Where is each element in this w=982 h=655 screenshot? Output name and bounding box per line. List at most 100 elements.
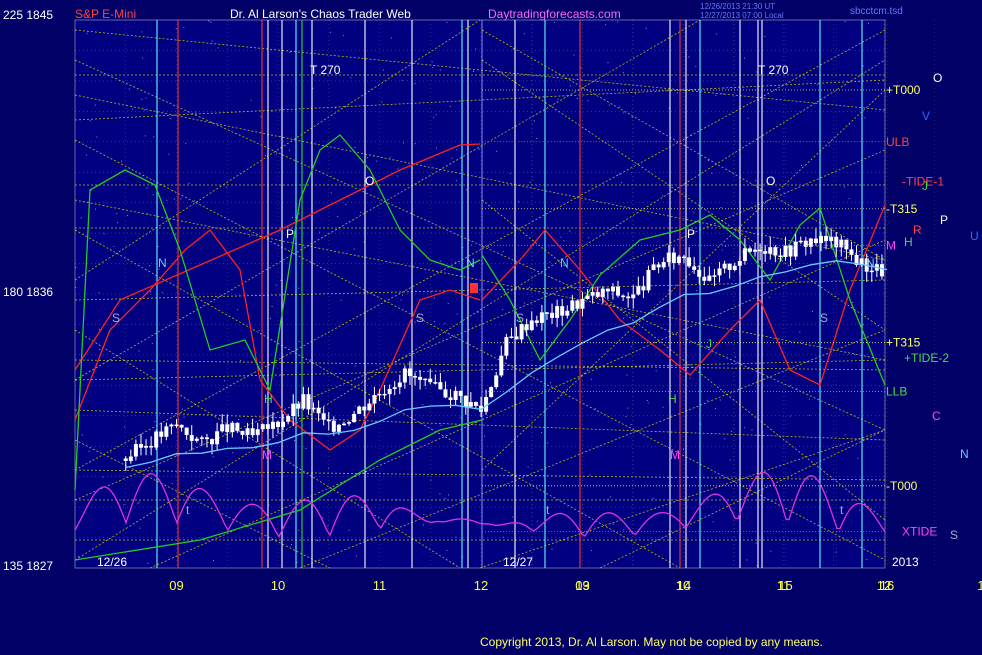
star-dot: [557, 98, 559, 100]
price-bar-body: [428, 378, 433, 383]
star-dot: [589, 474, 591, 476]
price-bar-body: [144, 445, 149, 448]
star-dot: [725, 245, 727, 247]
star-dot: [403, 142, 404, 144]
star-dot: [337, 215, 339, 217]
star-dot: [153, 136, 155, 138]
star-dot: [623, 72, 625, 74]
year-label: 2013: [892, 555, 919, 569]
star-dot: [510, 475, 512, 477]
chart-annotation: H: [264, 392, 273, 406]
star-dot: [269, 539, 271, 541]
star-dot: [430, 479, 432, 481]
star-dot: [588, 237, 590, 239]
star-dot: [746, 559, 748, 561]
price-bar-body: [418, 376, 423, 380]
star-dot: [294, 440, 295, 442]
price-bar-body: [610, 286, 615, 292]
star-dot: [366, 157, 368, 159]
timestamp-local: 12/27/2013 07:00 Local: [700, 11, 784, 20]
star-dot: [484, 435, 486, 437]
left-scale-top: 225 1845: [3, 8, 53, 22]
star-dot: [868, 22, 869, 24]
star-dot: [605, 24, 607, 26]
level-label: +T315: [886, 336, 921, 350]
star-dot: [161, 292, 163, 293]
star-dot: [354, 365, 356, 367]
star-dot: [844, 21, 846, 22]
star-dot: [707, 160, 709, 161]
star-dot: [792, 247, 794, 249]
hour-tick-label: 10: [271, 578, 285, 593]
star-dot: [116, 222, 118, 224]
star-dot: [401, 79, 403, 81]
star-dot: [650, 389, 652, 391]
star-dot: [449, 105, 451, 107]
star-dot: [843, 186, 845, 188]
price-bar-body: [504, 336, 509, 356]
price-bar-body: [189, 435, 194, 441]
star-dot: [744, 427, 746, 429]
chart-annotation: P: [286, 227, 294, 241]
star-dot: [755, 180, 757, 182]
star-dot: [210, 21, 212, 23]
chart-svg: +T000ULB-TIDE-1-T315M H+T315+TIDE-2LLB-T0…: [0, 0, 982, 650]
hour-tick-label: 12: [877, 578, 891, 593]
star-dot: [431, 226, 432, 228]
star-dot: [825, 491, 827, 493]
star-dot: [121, 160, 122, 162]
star-dot: [199, 443, 201, 445]
star-dot: [432, 67, 434, 69]
star-dot: [75, 287, 77, 288]
star-dot: [275, 284, 277, 286]
star-dot: [594, 408, 596, 410]
price-bar-body: [458, 390, 463, 396]
price-bar-body: [534, 320, 539, 323]
price-bar-body: [626, 296, 631, 299]
star-dot: [742, 251, 743, 253]
star-dot: [355, 555, 357, 557]
price-bar-body: [255, 429, 260, 436]
price-bar-body: [641, 286, 646, 291]
star-dot: [512, 48, 514, 50]
star-dot: [688, 56, 690, 58]
price-bar-body: [199, 437, 204, 439]
star-dot: [436, 147, 437, 149]
star-dot: [217, 47, 219, 49]
price-bar-body: [560, 306, 565, 316]
star-dot: [446, 22, 448, 23]
star-dot: [536, 520, 538, 522]
star-dot: [157, 246, 159, 248]
star-dot: [181, 408, 183, 410]
star-dot: [824, 241, 826, 243]
star-dot: [313, 567, 315, 569]
hour-tick-label: 10: [676, 578, 690, 593]
price-bar-body: [616, 286, 621, 296]
star-dot: [541, 432, 543, 433]
star-dot: [466, 189, 468, 191]
star-dot: [138, 350, 140, 352]
star-dot: [523, 302, 525, 304]
star-dot: [715, 407, 716, 409]
star-dot: [444, 323, 446, 325]
chart-annotation-repeat: H: [668, 392, 677, 406]
star-dot: [434, 297, 435, 299]
star-dot: [376, 160, 378, 162]
star-dot: [143, 109, 145, 111]
star-dot: [473, 71, 474, 72]
star-dot: [317, 540, 318, 541]
price-bar-body: [270, 421, 275, 429]
star-dot: [696, 290, 698, 292]
star-dot: [152, 369, 154, 370]
price-bar-body: [164, 426, 169, 437]
star-dot: [456, 313, 458, 315]
star-dot: [711, 172, 713, 174]
star-dot: [440, 260, 442, 262]
price-bar-body: [687, 257, 692, 267]
star-dot: [576, 74, 578, 76]
price-bar-body: [326, 419, 331, 422]
star-dot: [435, 114, 437, 116]
star-dot: [271, 306, 273, 307]
star-dot: [145, 97, 147, 99]
star-dot: [793, 539, 795, 541]
